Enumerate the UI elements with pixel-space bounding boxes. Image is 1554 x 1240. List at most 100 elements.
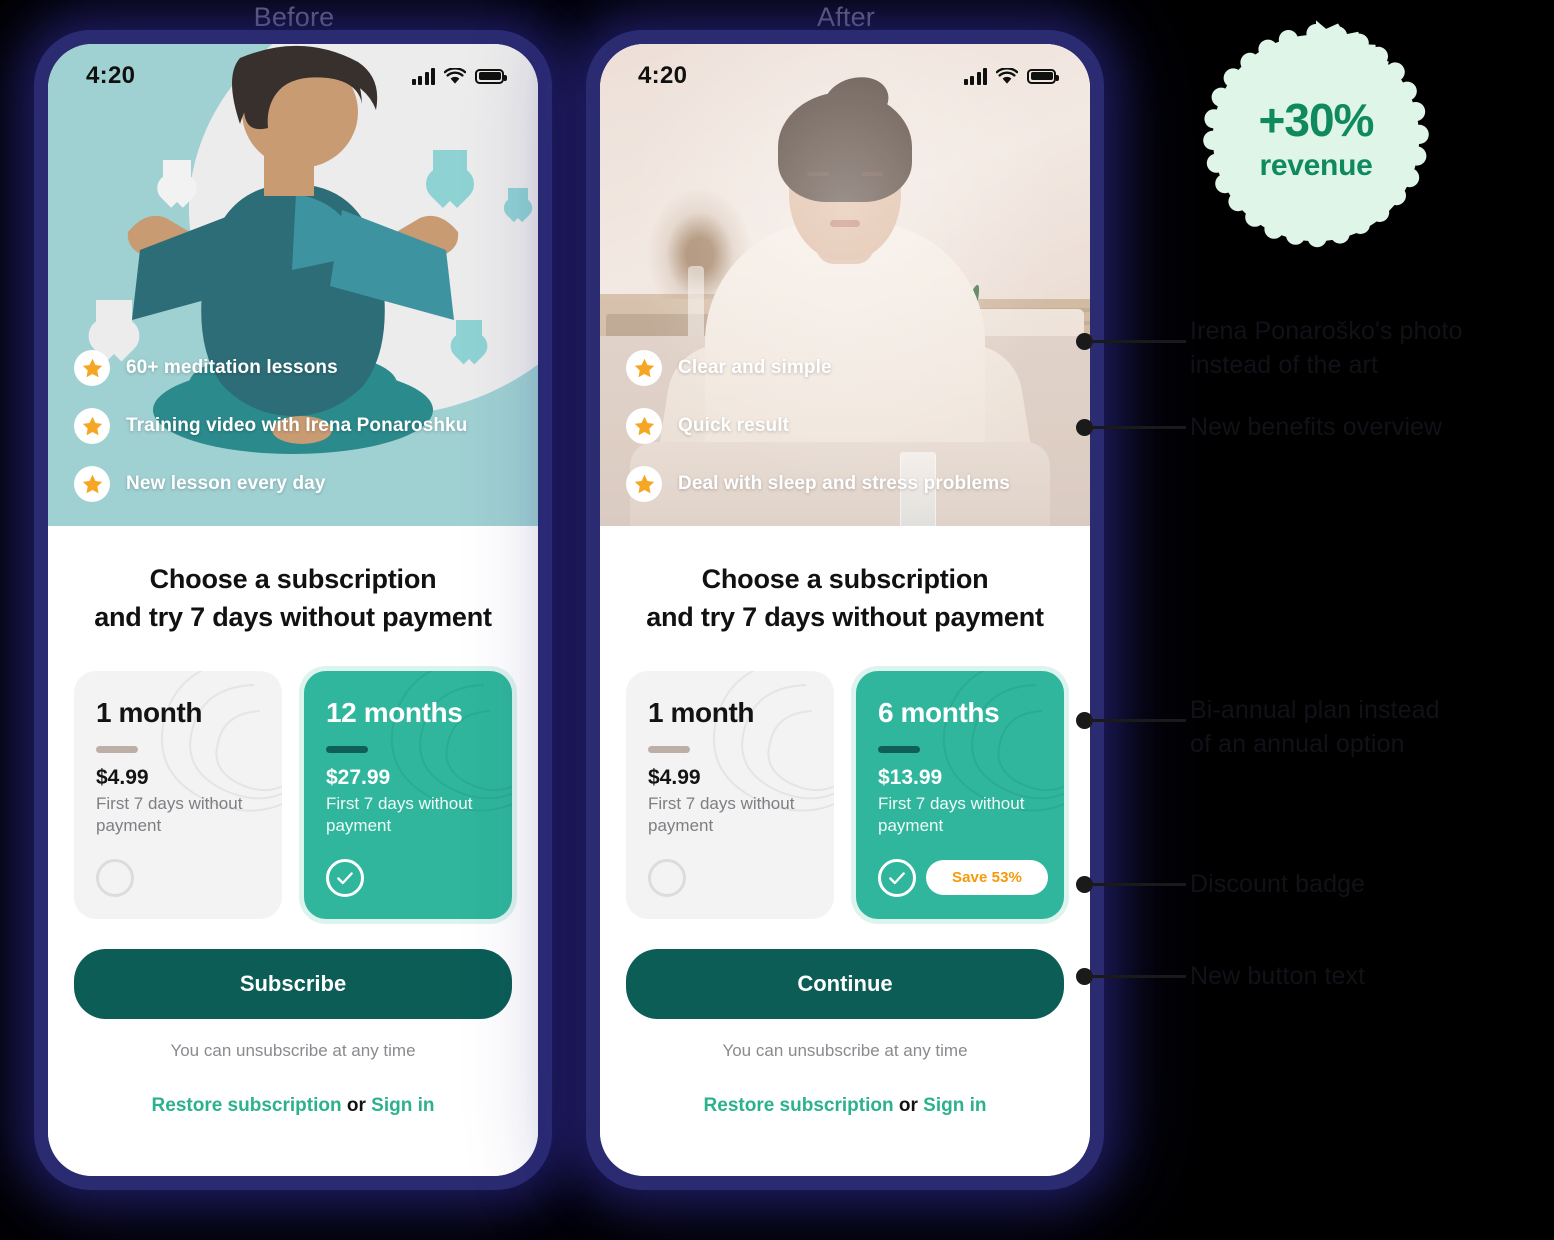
subscription-sheet-after: Choose a subscription and try 7 days wit…: [600, 526, 1090, 1176]
plan-card-1-month[interactable]: 1 month $4.99 First 7 days without payme…: [74, 670, 282, 919]
page-title-line1: Choose a subscription: [701, 564, 989, 594]
screen-before: 4:20 60+ meditation lessons Training vid…: [48, 44, 538, 1176]
plan-divider: [326, 745, 368, 753]
plan-price: $13.99: [878, 765, 943, 789]
revenue-badge-text: +30% revenue: [1196, 18, 1436, 258]
annotation-label: Discount badge: [1190, 870, 1366, 898]
benefit-item: 60+ meditation lessons: [74, 350, 538, 386]
plan-name: 12 months: [326, 696, 463, 728]
continue-button[interactable]: Continue: [626, 948, 1064, 1019]
sign-in-link[interactable]: Sign in: [923, 1095, 986, 1116]
benefit-label: 60+ meditation lessons: [126, 357, 338, 378]
plan-divider: [96, 745, 138, 753]
benefit-item: Deal with sleep and stress problems: [626, 466, 1090, 502]
annotation-label: New benefits overview: [1190, 413, 1443, 441]
annotation-leader-line: [1090, 340, 1186, 343]
or-separator: or: [346, 1094, 366, 1116]
plan-footer: [96, 858, 266, 897]
subscription-sheet-before: Choose a subscription and try 7 days wit…: [48, 526, 538, 1176]
wifi-icon: [996, 67, 1018, 84]
plan-note: First 7 days without payment: [326, 793, 473, 836]
plan-note: First 7 days without payment: [878, 793, 1025, 836]
star-icon: [74, 350, 110, 386]
plan-price: $4.99: [96, 765, 149, 789]
subscribe-button[interactable]: Subscribe: [74, 948, 512, 1019]
restore-subscription-link[interactable]: Restore subscription: [704, 1095, 894, 1116]
revenue-uplift-badge: +30% revenue: [1196, 18, 1436, 258]
page-title-line2: and try 7 days without payment: [646, 602, 1044, 633]
phone-mockup-before: 4:20 60+ meditation lessons Training vid…: [34, 30, 552, 1190]
revenue-value: +30%: [1258, 94, 1375, 146]
benefit-item: Quick result: [626, 408, 1090, 444]
page-title: Choose a subscription and try 7 days wit…: [626, 560, 1064, 637]
plan-card-12-months[interactable]: 12 months $27.99 First 7 days without pa…: [304, 670, 512, 919]
benefit-label: Training video with Irena Ponaroshku: [126, 415, 468, 436]
radio-unselected-icon[interactable]: [648, 858, 686, 897]
status-bar-before: 4:20: [48, 44, 538, 108]
comparison-canvas: Before After 4:20 60+ meditation lessons…: [0, 0, 1554, 1240]
plan-note: First 7 days without payment: [648, 793, 795, 836]
plan-card-6-months[interactable]: 6 months $13.99 First 7 days without pay…: [856, 670, 1064, 919]
status-indicators: [963, 67, 1059, 85]
benefit-item: Clear and simple: [626, 350, 1090, 386]
plan-divider: [648, 745, 690, 753]
screen-after: 4:20 Clear and simple Quick result Deal …: [600, 44, 1090, 1176]
plan-name: 1 month: [96, 696, 203, 728]
annotation-label: Bi-annual plan instead of an annual opti…: [1190, 696, 1440, 758]
caption-before: Before: [253, 2, 335, 32]
battery-full-icon: [475, 68, 507, 84]
status-time: 4:20: [638, 62, 688, 89]
annotation-leader-line: [1090, 883, 1186, 886]
discount-badge: Save 53%: [925, 860, 1048, 896]
footer-links: Restore subscription or Sign in: [626, 1095, 1064, 1117]
unsubscribe-note: You can unsubscribe at any time: [722, 1040, 968, 1060]
or-separator: or: [898, 1094, 918, 1116]
plan-footer: Save 53%: [878, 858, 1048, 897]
status-indicators: [411, 67, 507, 85]
radio-selected-check-icon[interactable]: [878, 858, 916, 897]
cellular-bars-icon: [411, 67, 435, 85]
status-bar-after: 4:20: [600, 44, 1090, 108]
page-title: Choose a subscription and try 7 days wit…: [74, 560, 512, 637]
star-icon: [626, 408, 662, 444]
plan-note: First 7 days without payment: [96, 793, 243, 836]
page-title-line2: and try 7 days without payment: [94, 602, 492, 633]
unsubscribe-note: You can unsubscribe at any time: [170, 1040, 416, 1060]
plan-options-before: 1 month $4.99 First 7 days without payme…: [74, 670, 512, 919]
benefits-list-after: Clear and simple Quick result Deal with …: [600, 328, 1090, 526]
plan-options-after: 1 month $4.99 First 7 days without payme…: [626, 670, 1064, 919]
plan-footer: [326, 858, 496, 897]
star-icon: [74, 466, 110, 502]
benefit-label: New lesson every day: [126, 473, 326, 494]
radio-unselected-icon[interactable]: [96, 858, 134, 897]
radio-selected-check-icon[interactable]: [326, 858, 364, 897]
hero-illustration-before: 4:20 60+ meditation lessons Training vid…: [48, 44, 538, 526]
benefit-label: Deal with sleep and stress problems: [678, 473, 1010, 494]
benefit-item: New lesson every day: [74, 466, 538, 502]
sign-in-link[interactable]: Sign in: [371, 1095, 434, 1116]
plan-name: 1 month: [648, 696, 755, 728]
benefit-item: Training video with Irena Ponaroshku: [74, 408, 538, 444]
star-icon: [74, 408, 110, 444]
annotation-label: Irena Ponaroško's photo instead of the a…: [1190, 317, 1463, 379]
status-time: 4:20: [86, 62, 136, 89]
annotation-leader-line: [1090, 719, 1186, 722]
caption-after: After: [816, 2, 876, 32]
plan-divider: [878, 745, 920, 753]
annotation-leader-line: [1090, 426, 1186, 429]
plan-footer: [648, 858, 818, 897]
star-icon: [626, 350, 662, 386]
phone-mockup-after: 4:20 Clear and simple Quick result Deal …: [586, 30, 1104, 1190]
benefit-label: Clear and simple: [678, 357, 832, 378]
restore-subscription-link[interactable]: Restore subscription: [152, 1095, 342, 1116]
star-icon: [626, 466, 662, 502]
plan-card-1-month[interactable]: 1 month $4.99 First 7 days without payme…: [626, 670, 834, 919]
page-title-line1: Choose a subscription: [149, 564, 437, 594]
annotation-leader-line: [1090, 975, 1186, 978]
plan-price: $27.99: [326, 765, 391, 789]
plan-name: 6 months: [878, 696, 1000, 728]
annotation-label: New button text: [1190, 962, 1366, 990]
plan-price: $4.99: [648, 765, 701, 789]
cellular-bars-icon: [963, 67, 987, 85]
wifi-icon: [444, 67, 466, 84]
